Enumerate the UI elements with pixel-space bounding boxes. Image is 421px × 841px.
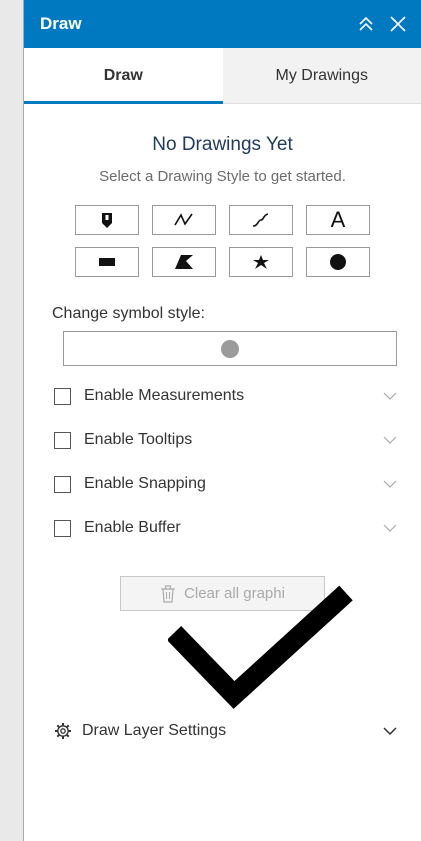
chevron-down-icon[interactable] <box>383 727 397 735</box>
option-buffer: Enable Buffer <box>24 506 421 550</box>
point-tool-button[interactable] <box>75 205 139 235</box>
draw-panel: Draw Draw My Drawings No Drawings Yet Se… <box>23 0 421 841</box>
empty-state-title: No Drawings Yet <box>152 134 293 155</box>
measurements-checkbox[interactable] <box>54 387 71 405</box>
options-list: Enable Measurements Enable Tooltips Enab… <box>24 374 421 550</box>
option-snapping: Enable Snapping <box>24 462 421 506</box>
panel-title: Draw <box>40 14 82 33</box>
rectangle-icon <box>99 258 115 266</box>
point-icon <box>102 213 112 228</box>
tab-my-drawings[interactable]: My Drawings <box>222 48 421 103</box>
symbol-preview <box>221 339 239 358</box>
chevron-down-icon[interactable] <box>383 436 397 444</box>
symbol-style-selector[interactable] <box>63 331 397 366</box>
tab-bar: Draw My Drawings <box>24 48 421 104</box>
symbol-style-label: Change symbol style: <box>52 305 205 322</box>
collapse-icon[interactable] <box>357 15 375 33</box>
freehand-polygon-icon <box>253 255 269 269</box>
chevron-down-icon[interactable] <box>383 392 397 400</box>
text-icon: A <box>330 207 346 232</box>
panel-header: Draw <box>24 0 421 48</box>
header-controls <box>357 15 407 33</box>
snapping-checkbox[interactable] <box>54 475 71 493</box>
buffer-checkbox[interactable] <box>54 519 71 537</box>
polyline-tool-button[interactable] <box>152 205 216 235</box>
freehand-line-tool-button[interactable] <box>229 205 293 235</box>
settings-label: Draw Layer Settings <box>82 722 227 739</box>
circle-tool-button[interactable] <box>306 247 370 277</box>
option-measurements: Enable Measurements <box>24 374 421 418</box>
checkmark-overlay-icon <box>168 585 353 709</box>
option-label: Enable Buffer <box>84 519 181 536</box>
option-tooltips: Enable Tooltips <box>24 418 421 462</box>
circle-icon <box>330 254 346 270</box>
freehand-polygon-tool-button[interactable] <box>229 247 293 277</box>
gear-icon <box>55 723 71 739</box>
polyline-icon <box>174 213 193 226</box>
drawing-tools: A <box>24 205 421 277</box>
draw-layer-settings[interactable]: Draw Layer Settings <box>54 722 397 740</box>
chevron-down-icon[interactable] <box>383 524 397 532</box>
tooltips-checkbox[interactable] <box>54 431 71 449</box>
chevron-down-icon[interactable] <box>383 480 397 488</box>
tab-draw[interactable]: Draw <box>24 48 223 104</box>
empty-state-subtitle: Select a Drawing Style to get started. <box>99 168 346 185</box>
freehand-line-icon <box>252 213 269 227</box>
rectangle-tool-button[interactable] <box>75 247 139 277</box>
polygon-icon <box>175 255 193 269</box>
text-tool-button[interactable]: A <box>306 205 370 235</box>
polygon-tool-button[interactable] <box>152 247 216 277</box>
option-label: Enable Tooltips <box>84 431 193 448</box>
option-label: Enable Measurements <box>84 387 245 404</box>
close-icon[interactable] <box>389 15 407 33</box>
option-label: Enable Snapping <box>84 475 206 492</box>
